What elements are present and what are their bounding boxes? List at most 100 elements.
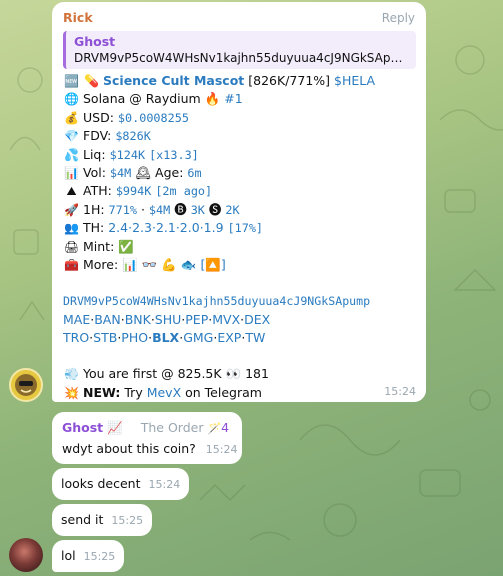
link-shu[interactable]: SHU: [155, 312, 181, 327]
contract-address[interactable]: DRVM9vP5coW4WHsNv1kajhn55duyuua4cJ9NGkSA…: [63, 292, 416, 310]
printer-icon: 🖨: [63, 239, 80, 254]
link-mvx[interactable]: MVX: [212, 312, 240, 327]
fdv-line: 💎 FDV: $826K: [63, 127, 416, 145]
bot-avatar[interactable]: [9, 368, 43, 402]
link-tro[interactable]: TRO: [63, 330, 89, 345]
message-text: looks decent: [61, 476, 141, 491]
collision-icon: 💥: [64, 385, 79, 400]
liq-multiplier: [x13.3]: [149, 147, 199, 162]
link-exp[interactable]: EXP: [217, 330, 241, 345]
message-bubble: lol 15:25: [52, 540, 125, 572]
separator-dot: ·: [136, 201, 149, 217]
link-mae[interactable]: MAE: [63, 312, 90, 327]
one-hour-change: 771%: [108, 202, 137, 217]
ghost-message-bubble: Ghost 📈 The Order 🪄4 wdyt about this coi…: [52, 412, 242, 464]
token-ticker-link[interactable]: $HELA: [334, 73, 375, 88]
clock-icon: 🕰: [135, 164, 152, 180]
glasses-tool-icon[interactable]: 👓: [142, 257, 158, 272]
promo-line: 💥 NEW: Try MevX on Telegram: [63, 384, 416, 402]
first-caller-line: 💨 You are first @ 825.5K 👀 181: [63, 365, 416, 383]
top-holders-values[interactable]: 2.4·2.3·2.1·2.0·1.9: [108, 220, 223, 235]
link-dex[interactable]: DEX: [244, 312, 270, 327]
fire-icon: 🔥: [204, 91, 221, 107]
link-bnk[interactable]: BNK: [125, 312, 151, 327]
bar-chart-icon: 📊: [64, 165, 79, 180]
link-stb[interactable]: STB: [93, 330, 117, 345]
rank-link[interactable]: #1: [224, 91, 242, 106]
liq-label: Liq:: [83, 146, 110, 162]
liq-line: 💦 Liq: $124K [x13.3]: [63, 146, 416, 164]
age-value: 6m: [187, 165, 202, 180]
chain-line: 🌐 Solana @ Raydium 🔥 #1: [63, 90, 416, 108]
token-info-block: 🆕 💊 Science Cult Mascot [826K/771%] $HELA …: [63, 72, 416, 274]
mint-line: 🖨 Mint: ✅: [63, 238, 416, 256]
user-avatar[interactable]: [9, 538, 43, 572]
token-title-line: 🆕 💊 Science Cult Mascot [826K/771%] $HELA: [63, 72, 416, 90]
message-sender-name[interactable]: Rick: [63, 10, 416, 25]
bot-avatar-face-icon: [15, 374, 37, 396]
link-blx[interactable]: BLX: [152, 330, 179, 345]
link-gmg[interactable]: GMG: [183, 330, 213, 345]
message-bubble: looks decent 15:24: [52, 468, 190, 500]
link-pep[interactable]: PEP: [185, 312, 208, 327]
link-pho[interactable]: PHO: [121, 330, 148, 345]
top-holders-percent: [17%]: [227, 221, 264, 236]
buys-icon: 🅑: [174, 201, 187, 217]
ghost-header: Ghost 📈 The Order 🪄4: [62, 420, 233, 437]
sells-icon: 🅢: [208, 201, 222, 217]
badge-count: 4: [221, 420, 230, 435]
one-hour-line: 🚀 1H: 771% · $4M 🅑 3K 🅢 2K: [63, 201, 416, 219]
new-icon: 🆕: [64, 74, 79, 88]
liq-value: $124K: [109, 147, 146, 162]
quoted-message[interactable]: Ghost DRVM9vP5coW4WHsNv1kajhn55duyuua4cJ…: [63, 31, 416, 69]
quoted-text: DRVM9vP5coW4WHsNv1kajhn55duyuua4cJ9NGkSA…: [74, 51, 408, 65]
more-tools-link[interactable]: [🔼]: [200, 257, 225, 272]
ghost-message-time: 15:24: [205, 443, 238, 456]
token-name-link[interactable]: Science Cult Mascot: [103, 73, 244, 88]
vol-value: $4M: [109, 165, 132, 180]
check-mark-icon: ✅: [118, 238, 134, 254]
dash-icon: 💨: [64, 367, 79, 382]
link-ban[interactable]: BAN: [94, 312, 120, 327]
promo-pre: Try: [120, 384, 147, 400]
one-hour-volume: $4M: [148, 202, 171, 217]
eyes-icon: 👀: [225, 366, 242, 382]
mint-label: Mint:: [83, 238, 119, 254]
message-timestamp: 15:24: [384, 385, 416, 398]
token-stats: [826K/771%]: [244, 73, 335, 88]
message-time: 15:25: [111, 514, 144, 527]
fish-tool-icon[interactable]: 🐟: [181, 257, 197, 272]
usd-line: 💰 USD: $0.0008255: [63, 109, 416, 127]
link-tw[interactable]: TW: [245, 330, 265, 345]
toolbox-icon: 🧰: [64, 257, 79, 272]
ath-time: [2m ago]: [155, 184, 213, 199]
group-title: The Order: [140, 420, 204, 435]
quoted-sender-name: Ghost: [74, 34, 116, 49]
message-text: send it: [61, 512, 104, 527]
chart-tool-icon[interactable]: 📊: [122, 257, 138, 272]
muscle-tool-icon[interactable]: 💪: [161, 257, 177, 272]
mevx-link[interactable]: MevX: [147, 385, 181, 400]
pill-icon: 💊: [84, 74, 99, 88]
message-text: lol: [61, 548, 76, 563]
top-holders-line: 👥 TH: 2.4·2.3·2.1·2.0·1.9 [17%]: [63, 219, 416, 237]
sells-count: 2K: [225, 202, 240, 217]
wand-icon: 🪄: [207, 422, 222, 435]
one-hour-label: 1H:: [83, 201, 109, 217]
links-row-2: TRO·STB·PHO·BLX·GMG·EXP·TW: [63, 330, 266, 346]
ath-line: ⛰ ATH: $994K [2m ago]: [63, 182, 416, 200]
ghost-message-text: wdyt about this coin?: [62, 441, 196, 456]
reply-button[interactable]: Reply: [382, 11, 415, 25]
ghost-sender-name[interactable]: Ghost: [62, 420, 103, 435]
globe-icon: 🌐: [64, 92, 79, 107]
bot-message-bubble: Rick Reply Ghost DRVM9vP5coW4WHsNv1kajhn…: [52, 2, 426, 402]
chart-up-icon: 📈: [107, 420, 123, 435]
ghost-message-row: wdyt about this coin? 15:24: [62, 441, 238, 456]
message-time: 15:24: [148, 478, 181, 491]
promo-post: on Telegram: [181, 384, 262, 400]
fdv-label: FDV:: [83, 128, 116, 144]
message-bubble: send it 15:25: [52, 504, 153, 536]
vol-line: 📊 Vol: $4M 🕰 Age: 6m: [63, 164, 416, 182]
fdv-value: $826K: [115, 129, 151, 144]
top-holders-label: TH:: [83, 220, 109, 236]
